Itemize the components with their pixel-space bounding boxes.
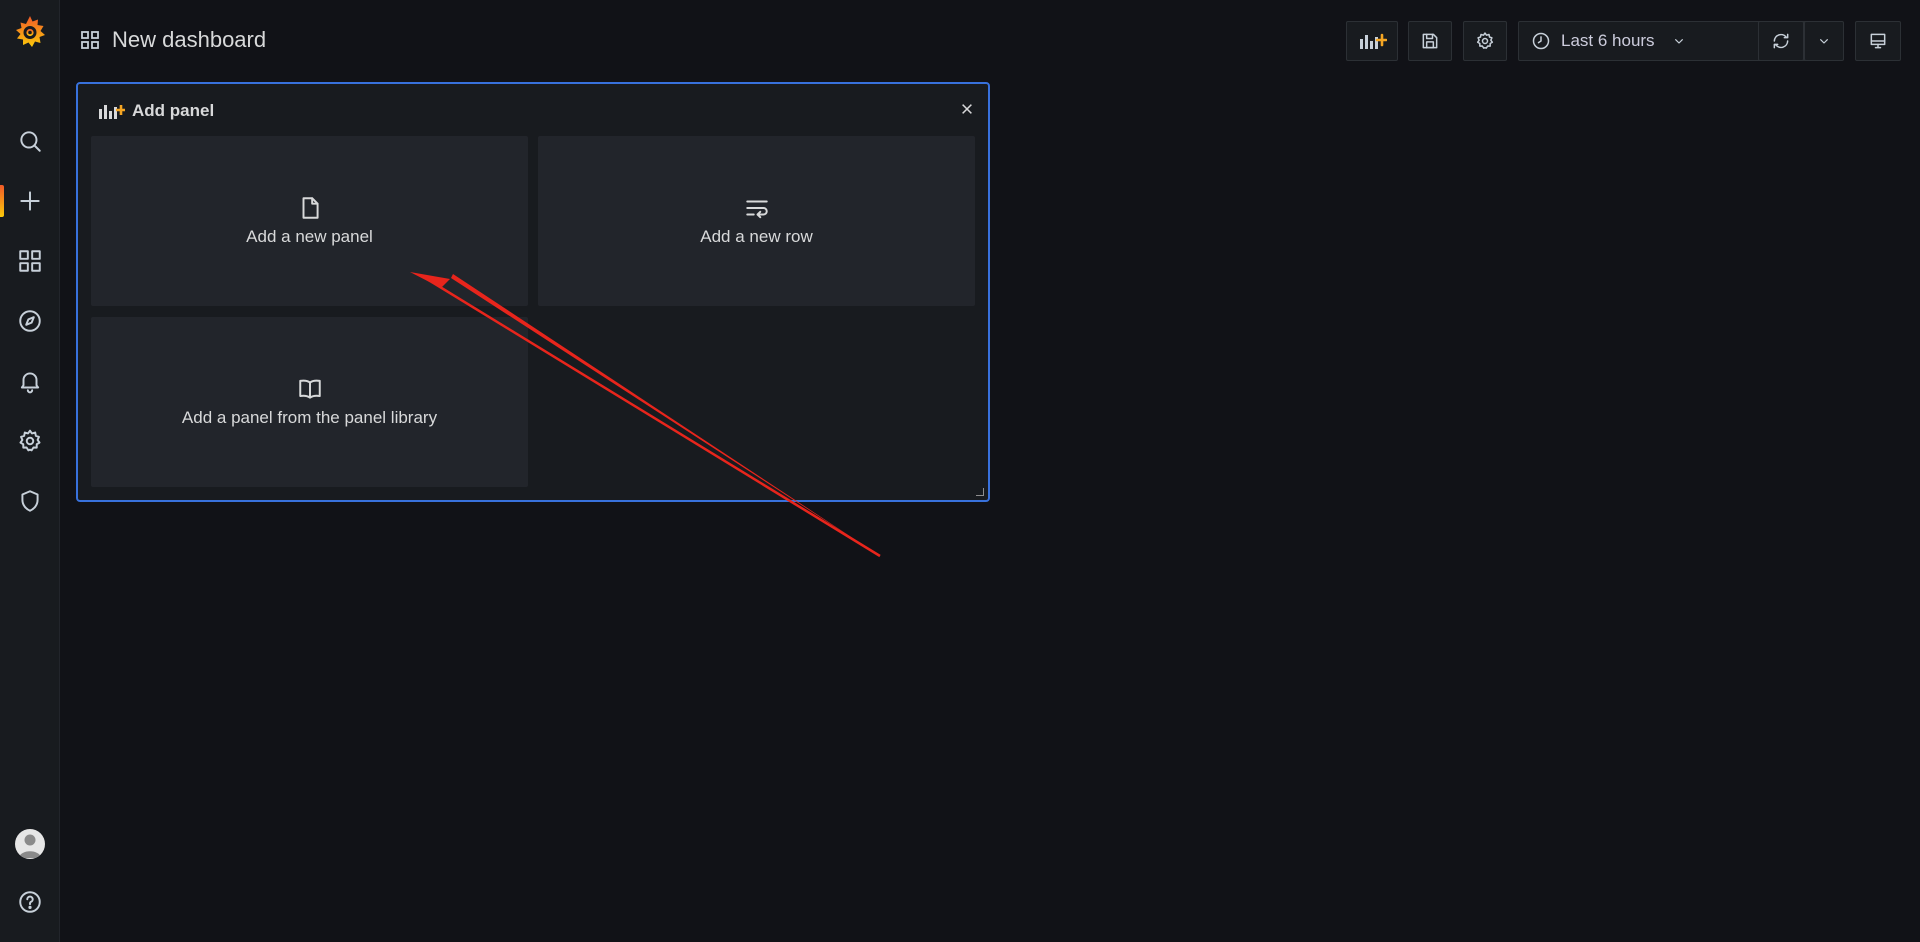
- view-mode-button[interactable]: [1855, 21, 1901, 61]
- cog-icon: [1476, 32, 1494, 49]
- add-new-row-label: Add a new row: [700, 227, 813, 246]
- save-icon: [1422, 33, 1438, 49]
- time-range-label: Last 6 hours: [1561, 31, 1655, 50]
- compass-icon: [19, 310, 41, 332]
- apps-icon: [81, 31, 99, 49]
- resize-handle[interactable]: [976, 488, 984, 496]
- chevron-down-icon: [1674, 39, 1683, 44]
- sidebar-item-server-admin[interactable]: [0, 475, 60, 527]
- add-new-panel-label: Add a new panel: [246, 227, 373, 246]
- time-range-picker[interactable]: Last 6 hours: [1518, 21, 1764, 61]
- add-panel-header: Add panel: [96, 100, 214, 122]
- add-panel-title: Add panel: [132, 101, 215, 120]
- add-panel-icon: [1360, 33, 1387, 49]
- dashboard-title[interactable]: New dashboard: [80, 24, 266, 56]
- sidebar-item-dashboards[interactable]: [0, 235, 60, 287]
- file-blank-icon: [302, 197, 319, 219]
- bell-icon: [20, 372, 40, 394]
- shield-icon: [21, 490, 39, 512]
- sync-icon: [1773, 33, 1789, 49]
- close-icon: [962, 104, 972, 114]
- sidebar-item-explore[interactable]: [0, 295, 60, 347]
- sidebar: [0, 0, 60, 942]
- avatar-icon: [19, 834, 41, 858]
- page-title: New dashboard: [112, 27, 267, 52]
- sidebar-item-create[interactable]: [0, 175, 60, 227]
- add-new-panel-option[interactable]: Add a new panel: [91, 136, 528, 306]
- sidebar-item-search[interactable]: [0, 115, 60, 167]
- avatar[interactable]: [15, 829, 45, 859]
- add-panel-button[interactable]: [1346, 21, 1398, 61]
- dashboard-settings-button[interactable]: [1463, 21, 1507, 61]
- cog-icon: [19, 429, 41, 452]
- plus-icon: [20, 191, 40, 211]
- add-new-row-option[interactable]: Add a new row: [538, 136, 975, 306]
- wrap-text-icon: [745, 200, 768, 219]
- refresh-interval-dropdown[interactable]: [1804, 21, 1844, 61]
- save-dashboard-button[interactable]: [1408, 21, 1452, 61]
- search-icon: [20, 131, 41, 152]
- add-panel-icon: [99, 105, 125, 119]
- sidebar-item-help[interactable]: [0, 876, 60, 928]
- refresh-button[interactable]: [1758, 21, 1804, 61]
- monitor-icon: [1870, 33, 1886, 49]
- top-navbar: New dashboard Last 6 hours: [60, 0, 1920, 80]
- add-panel-widget: Add panel Add a new panel Add a new row …: [76, 82, 990, 502]
- clock-icon: [1532, 32, 1550, 50]
- grafana-logo-icon[interactable]: [12, 14, 48, 50]
- question-circle-icon: [19, 891, 41, 913]
- chevron-down-icon: [1820, 39, 1828, 44]
- close-button[interactable]: [956, 98, 978, 120]
- apps-icon: [19, 250, 41, 272]
- sidebar-item-alerting[interactable]: [0, 355, 60, 407]
- book-open-icon: [298, 379, 321, 399]
- sidebar-item-configuration[interactable]: [0, 415, 60, 467]
- add-library-panel-label: Add a panel from the panel library: [181, 408, 438, 427]
- add-library-panel-option[interactable]: Add a panel from the panel library: [91, 317, 528, 487]
